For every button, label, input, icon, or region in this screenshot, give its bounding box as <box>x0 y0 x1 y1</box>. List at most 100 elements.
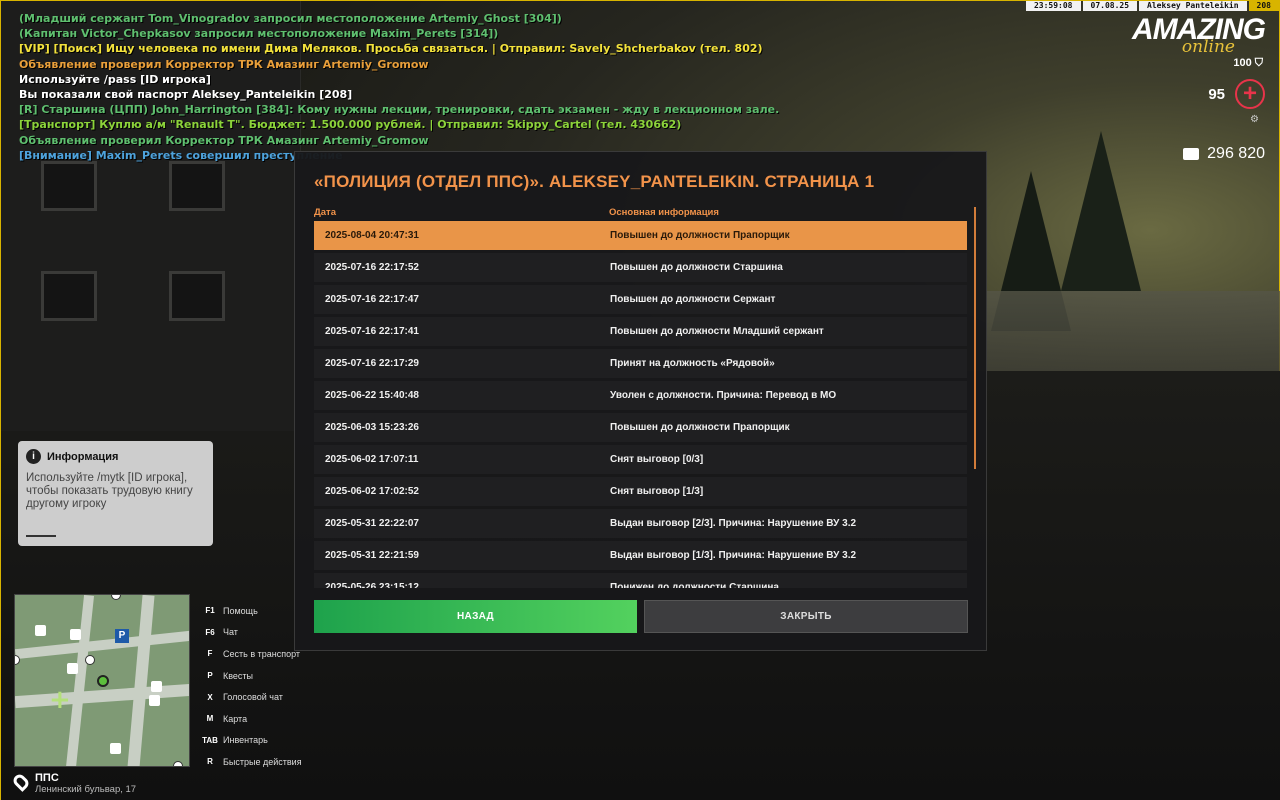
location-pin-icon <box>11 772 31 792</box>
waypoint-icon <box>85 655 95 665</box>
row-date: 2025-07-16 22:17:41 <box>325 326 419 337</box>
hotkey-list: F1 Помощь F6 Чат F Сесть в транспорт P Квесты X Г… <box>199 600 302 773</box>
hotkey-key: F <box>207 649 213 659</box>
hospital-icon: + <box>49 685 71 715</box>
armor-indicator: 100 ⛉ <box>1233 57 1263 70</box>
location-address: Ленинский бульвар, 17 <box>35 784 137 795</box>
waypoint-icon <box>15 655 20 665</box>
row-info: Повышен до должности Прапорщик <box>610 230 790 241</box>
chat-line: Используйте /pass [ID игрока] <box>19 72 211 86</box>
hotkey-key: R <box>207 757 213 767</box>
chat-line: [Транспорт] Куплю а/м "Renault T". Бюдже… <box>19 118 682 132</box>
history-row[interactable]: 2025-08-04 20:47:31 Повышен до должности … <box>314 221 967 250</box>
hotkey-label: Голосовой чат <box>223 692 283 703</box>
row-info: Повышен до должности Старшина <box>610 262 783 273</box>
close-button[interactable]: ЗАКРЫТЬ <box>644 600 968 633</box>
employment-history-dialog: «ПОЛИЦИЯ (ОТДЕЛ ППС)». ALEKSEY_PANTELEIK… <box>294 151 987 651</box>
hotkey-item: F1 Помощь <box>199 600 302 622</box>
history-row[interactable]: 2025-05-31 22:22:07 Выдан выговор [2/3]. … <box>314 509 967 538</box>
health-value: 95 <box>1208 85 1225 103</box>
hotkey-label: Квесты <box>223 670 254 681</box>
row-date: 2025-06-03 15:23:26 <box>325 422 419 433</box>
info-notification: i Информация Используйте /mytk [ID игрок… <box>18 441 213 546</box>
clock: 23:59:08 <box>1025 1 1081 11</box>
poi-icon <box>149 695 160 706</box>
hotkey-item: X Голосовой чат <box>199 686 302 708</box>
row-date: 2025-06-02 17:07:11 <box>325 454 419 465</box>
wallet-icon <box>1183 148 1200 160</box>
health-cross-icon: + <box>1235 79 1265 109</box>
dialog-title: «ПОЛИЦИЯ (ОТДЕЛ ППС)». ALEKSEY_PANTELEIK… <box>314 172 875 191</box>
hotkey-label: Помощь <box>223 605 258 616</box>
wall <box>987 291 1280 371</box>
row-info: Уволен с должности. Причина: Перевод в М… <box>610 390 837 401</box>
hotkey-key: F1 <box>205 606 215 616</box>
waypoint-icon <box>173 761 183 766</box>
hotkey-item: M Карта <box>199 708 302 730</box>
hotkey-item: R Быстрые действия <box>199 751 302 773</box>
poi-icon <box>67 663 78 674</box>
shield-icon: ⛉ <box>1254 57 1263 69</box>
money-value: 296 820 <box>1207 145 1265 162</box>
hotkey-item: F6 Чат <box>199 622 302 644</box>
chat-line: [R] Старшина (ЦПП) John_Harrington [384]… <box>19 103 780 117</box>
history-row[interactable]: 2025-05-31 22:21:59 Выдан выговор [1/3]. … <box>314 541 967 570</box>
chat-line: (Младший сержант Tom_Vinogradov запросил… <box>19 12 562 25</box>
row-date: 2025-07-16 22:17:29 <box>325 358 419 369</box>
history-row[interactable]: 2025-06-02 17:02:52 Снят выговор [1/3] <box>314 477 967 506</box>
row-date: 2025-05-26 23:15:12 <box>325 582 419 588</box>
history-row[interactable]: 2025-06-22 15:40:48 Уволен с должности. П… <box>314 381 967 410</box>
hotkey-key: TAB <box>202 735 218 745</box>
row-date: 2025-05-31 22:22:07 <box>325 518 419 529</box>
chat-line: [VIP] [Поиск] Ищу человека по имени Дима… <box>19 42 763 56</box>
hotkey-item: TAB Инвентарь <box>199 730 302 752</box>
history-row[interactable]: 2025-06-03 15:23:26 Повышен до должности … <box>314 413 967 442</box>
chat-line: Вы показали свой паспорт Aleksey_Pantele… <box>19 88 353 102</box>
money-indicator: 296 820 <box>1183 145 1265 163</box>
history-row[interactable]: 2025-07-16 22:17:47 Повышен до должности … <box>314 285 967 314</box>
history-row[interactable]: 2025-07-16 22:17:52 Повышен до должности … <box>314 253 967 282</box>
minimap[interactable]: P + <box>14 594 190 767</box>
chat-line: (Капитан Victor_Chepkasov запросил место… <box>19 27 499 41</box>
col-info-header: Основная информация <box>609 207 719 218</box>
tree <box>1061 131 1141 291</box>
player-name: Aleksey Panteleikin <box>1139 1 1247 11</box>
row-info: Повышен до должности Сержант <box>610 294 776 305</box>
row-info: Снят выговор [1/3] <box>610 486 704 497</box>
history-row[interactable]: 2025-05-26 23:15:12 Понижен до должности … <box>314 573 967 588</box>
date: 07.08.25 <box>1082 1 1138 11</box>
poi-icon <box>151 681 162 692</box>
chat-log: (Младший сержант Tom_Vinogradov запросил… <box>19 11 799 163</box>
hotkey-label: Карта <box>223 713 248 724</box>
row-info: Повышен до должности Прапорщик <box>610 422 790 433</box>
row-info: Выдан выговор [2/3]. Причина: Нарушение … <box>610 518 857 529</box>
history-row[interactable]: 2025-07-16 22:17:29 Принят на должность «… <box>314 349 967 378</box>
hotkey-key: X <box>207 692 213 702</box>
hotkey-key: P <box>207 671 213 681</box>
row-date: 2025-07-16 22:17:52 <box>325 262 419 273</box>
row-date: 2025-07-16 22:17:47 <box>325 294 419 305</box>
row-info: Принят на должность «Рядовой» <box>610 358 775 369</box>
info-progress <box>26 535 56 537</box>
info-text: Используйте /mytk [ID игрока], чтобы пок… <box>26 472 193 510</box>
row-date: 2025-05-31 22:21:59 <box>325 550 419 561</box>
hotkey-key: M <box>206 714 214 724</box>
row-date: 2025-08-04 20:47:31 <box>325 230 419 241</box>
back-button[interactable]: НАЗАД <box>314 600 637 633</box>
hotkey-label: Быстрые действия <box>223 756 302 767</box>
poi-icon <box>70 629 81 640</box>
hotkey-key: F6 <box>205 627 215 637</box>
poi-icon <box>110 743 121 754</box>
poi-icon <box>35 625 46 636</box>
player-id: 208 <box>1248 1 1279 11</box>
col-date-header: Дата <box>314 207 336 218</box>
info-title: Информация <box>47 450 119 463</box>
history-row[interactable]: 2025-07-16 22:17:41 Повышен до должности … <box>314 317 967 346</box>
health-indicator: 95 + <box>1208 79 1265 109</box>
history-row[interactable]: 2025-06-02 17:07:11 Снят выговор [0/3] <box>314 445 967 474</box>
history-list[interactable]: 2025-08-04 20:47:31 Повышен до должности … <box>314 221 968 588</box>
hotkey-label: Чат <box>223 627 238 638</box>
hotkey-item: P Квесты <box>199 665 302 687</box>
row-info: Снят выговор [0/3] <box>610 454 704 465</box>
scrollbar[interactable] <box>974 207 976 469</box>
